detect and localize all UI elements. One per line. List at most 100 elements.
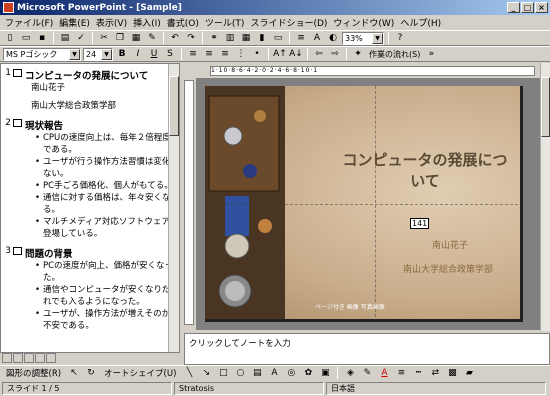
outline-subtitle[interactable]: 南山花子 xyxy=(31,82,179,94)
maximize-button[interactable]: □ xyxy=(521,2,534,13)
menu-insert[interactable]: 挿入(I) xyxy=(130,16,164,29)
insert-table-icon[interactable]: ▦ xyxy=(239,32,253,45)
select-arrow-icon[interactable]: ↖ xyxy=(67,367,81,380)
numbering-icon[interactable]: ⋮ xyxy=(234,48,248,61)
slide-canvas[interactable]: コンピュータの発展について 南山花子 南山大学総合政策学部 ページ付き 画像 写… xyxy=(205,86,523,322)
outline-slide-3[interactable]: 3 問題の背景 xyxy=(1,246,179,260)
overflow-icon[interactable]: » xyxy=(424,48,438,61)
menu-edit[interactable]: 編集(E) xyxy=(56,16,93,29)
show-formatting-icon[interactable]: A xyxy=(310,32,324,45)
shadow-style-icon[interactable]: ▩ xyxy=(445,367,459,380)
cut-icon[interactable]: ✂ xyxy=(97,32,111,45)
outline-bullet[interactable]: • 通信に対する価格は、年々安くなる。 xyxy=(35,192,179,216)
bold-icon[interactable]: B xyxy=(115,48,129,61)
scroll-thumb[interactable] xyxy=(541,77,550,137)
diagram-icon[interactable]: ◎ xyxy=(284,367,298,380)
menu-tools[interactable]: ツール(T) xyxy=(202,16,248,29)
new-slide-icon[interactable]: ▭ xyxy=(271,32,285,45)
open-icon[interactable]: ▭ xyxy=(19,32,33,45)
outline-bullet[interactable]: • ユーザが行う操作方法習慣は変化がない。 xyxy=(35,156,179,180)
paste-icon[interactable]: ▦ xyxy=(129,32,143,45)
3d-style-icon[interactable]: ▰ xyxy=(462,367,476,380)
underline-icon[interactable]: U xyxy=(147,48,161,61)
normal-view-icon[interactable] xyxy=(2,353,12,363)
promote-icon[interactable]: ⇦ xyxy=(312,48,326,61)
outline-title[interactable]: 現状報告 xyxy=(25,118,63,132)
animation-icon[interactable]: ✦ xyxy=(351,48,365,61)
outline-title[interactable]: 問題の背景 xyxy=(25,246,73,260)
clipart-icon[interactable]: ✿ xyxy=(301,367,315,380)
line-style-icon[interactable]: ≡ xyxy=(394,367,408,380)
hyperlink-icon[interactable]: ⚭ xyxy=(207,32,221,45)
save-icon[interactable]: ▪ xyxy=(35,32,49,45)
align-right-icon[interactable]: ≡ xyxy=(218,48,232,61)
slide-title[interactable]: コンピュータの発展について xyxy=(335,150,515,192)
shadow-icon[interactable]: S xyxy=(163,48,177,61)
minimize-button[interactable]: _ xyxy=(507,2,520,13)
print-icon[interactable]: ▤ xyxy=(58,32,72,45)
draw-menu-button[interactable]: 図形の調整(R) xyxy=(3,366,64,380)
line-color-icon[interactable]: ✎ xyxy=(360,367,374,380)
font-name-select[interactable]: MS Pゴシック ▼ xyxy=(3,47,81,61)
format-painter-icon[interactable]: ✎ xyxy=(145,32,159,45)
slide-view-icon[interactable] xyxy=(24,353,34,363)
insert-chart-icon[interactable]: ▮ xyxy=(255,32,269,45)
scroll-thumb[interactable] xyxy=(169,76,179,136)
bullets-icon[interactable]: • xyxy=(250,48,264,61)
outline-pane[interactable]: 1 コンピュータの発展について 南山花子 南山大学総合政策学部 2 現状報告 •… xyxy=(0,63,180,353)
oval-icon[interactable]: ○ xyxy=(233,367,247,380)
italic-icon[interactable]: I xyxy=(131,48,145,61)
font-size-select[interactable]: 24 ▼ xyxy=(83,47,113,61)
outline-bullet[interactable]: • 通信やコンピュータが安くなりだれでも入るようになった。 xyxy=(35,284,179,308)
undo-icon[interactable]: ↶ xyxy=(168,32,182,45)
outline-slide-1[interactable]: 1 コンピュータの発展について xyxy=(1,68,179,82)
outline-bullet[interactable]: • PC手ごろ価格化、個人がもてる。 xyxy=(35,180,179,192)
outline-title[interactable]: コンピュータの発展について xyxy=(25,68,148,82)
autoshape-button[interactable]: オートシェイプ(U) xyxy=(101,366,179,380)
dash-style-icon[interactable]: ┅ xyxy=(411,367,425,380)
new-icon[interactable]: ▯ xyxy=(3,32,17,45)
outline-bullet[interactable]: • ユーザが、操作方法が増えそのかが不安である。 xyxy=(35,308,179,332)
font-color-icon[interactable]: A xyxy=(377,367,391,380)
rectangle-icon[interactable]: □ xyxy=(216,367,230,380)
slide-affiliation[interactable]: 南山大学総合政策学部 xyxy=(373,262,520,275)
slide-scrollbar[interactable] xyxy=(540,63,550,331)
rotate-icon[interactable]: ↻ xyxy=(84,367,98,380)
decrease-font-icon[interactable]: A↓ xyxy=(289,48,303,61)
grayscale-icon[interactable]: ◐ xyxy=(326,32,340,45)
slide-sorter-icon[interactable] xyxy=(35,353,45,363)
outline-scrollbar[interactable] xyxy=(168,64,179,352)
menu-format[interactable]: 書式(O) xyxy=(164,16,202,29)
fill-color-icon[interactable]: ◈ xyxy=(343,367,357,380)
outline-view-icon[interactable] xyxy=(13,353,23,363)
increase-font-icon[interactable]: A↑ xyxy=(273,48,287,61)
zoom-select[interactable]: 33% ▼ xyxy=(342,31,384,45)
menu-view[interactable]: 表示(V) xyxy=(93,16,130,29)
spellcheck-icon[interactable]: ✓ xyxy=(74,32,88,45)
slide-author[interactable]: 南山花子 xyxy=(405,238,495,251)
menu-slideshow[interactable]: スライドショー(D) xyxy=(247,16,330,29)
demote-icon[interactable]: ⇨ xyxy=(328,48,342,61)
align-center-icon[interactable]: ≡ xyxy=(202,48,216,61)
picture-icon[interactable]: ▣ xyxy=(318,367,332,380)
notes-pane[interactable]: クリックしてノートを入力 xyxy=(184,333,550,365)
outline-bullet[interactable]: • PCの速度が向上、価格が安くなった。 xyxy=(35,260,179,284)
expand-all-icon[interactable]: ≡ xyxy=(294,32,308,45)
tables-borders-icon[interactable]: ▥ xyxy=(223,32,237,45)
redo-icon[interactable]: ↷ xyxy=(184,32,198,45)
task-pane-icon[interactable]: 作業の流れ(S) xyxy=(367,48,422,61)
textbox-icon[interactable]: ▤ xyxy=(250,367,264,380)
copy-icon[interactable]: ❐ xyxy=(113,32,127,45)
arrow-icon[interactable]: ↘ xyxy=(199,367,213,380)
outline-subtitle[interactable]: 南山大学総合政策学部 xyxy=(31,100,179,112)
slideshow-icon[interactable] xyxy=(46,353,56,363)
wordart-icon[interactable]: A xyxy=(267,367,281,380)
outline-bullet[interactable]: • CPUの速度向上は、毎年２倍程度である。 xyxy=(35,132,179,156)
help-icon[interactable]: ? xyxy=(393,32,407,45)
menu-file[interactable]: ファイル(F) xyxy=(2,16,56,29)
menu-window[interactable]: ウィンドウ(W) xyxy=(330,16,397,29)
align-left-icon[interactable]: ≡ xyxy=(186,48,200,61)
outline-slide-2[interactable]: 2 現状報告 xyxy=(1,118,179,132)
menu-help[interactable]: ヘルプ(H) xyxy=(397,16,444,29)
arrow-style-icon[interactable]: ⇄ xyxy=(428,367,442,380)
